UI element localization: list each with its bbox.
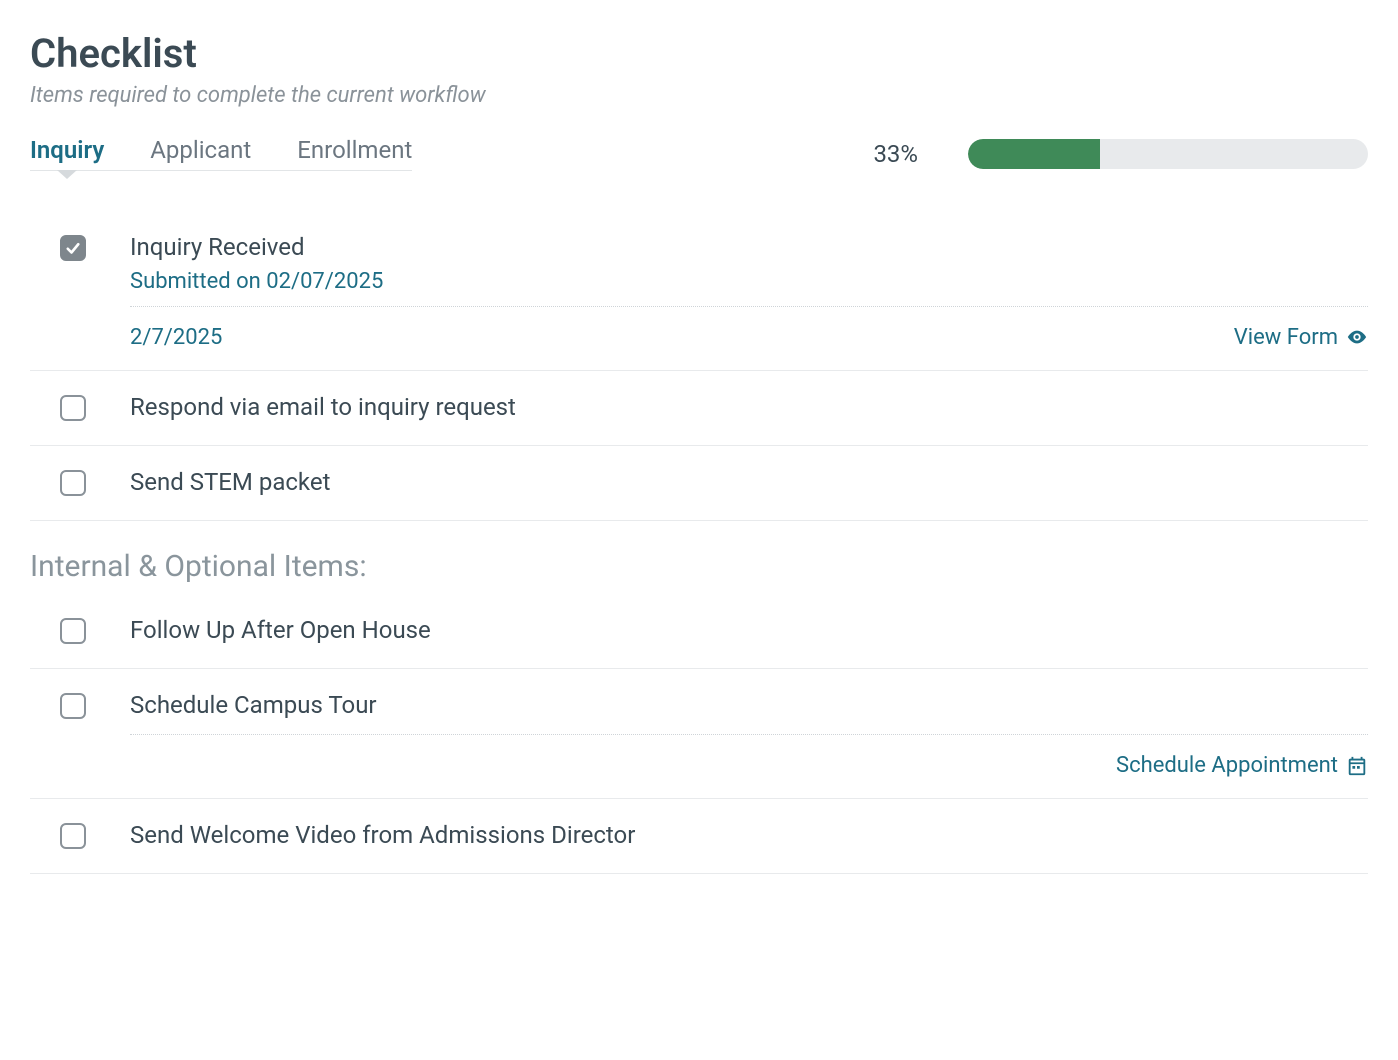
schedule-row: Schedule Appointment	[130, 734, 1368, 778]
item-body: Schedule Campus Tour Schedule Appointmen…	[130, 689, 1368, 779]
tabs-progress-row: Inquiry Applicant Enrollment 33%	[30, 136, 1368, 171]
checklist-item: Schedule Campus Tour Schedule Appointmen…	[30, 669, 1368, 800]
calendar-icon	[1346, 755, 1368, 777]
checkbox-schedule-tour[interactable]	[60, 693, 86, 719]
checkbox-respond-email[interactable]	[60, 395, 86, 421]
checkbox-follow-up[interactable]	[60, 618, 86, 644]
checkbox-col	[30, 231, 130, 261]
item-detail-row: 2/7/2025 View Form	[130, 306, 1368, 350]
item-subtitle: Submitted on 02/07/2025	[130, 269, 1368, 294]
item-title: Schedule Campus Tour	[130, 689, 1368, 723]
item-body: Send STEM packet	[130, 466, 1368, 500]
item-body: Respond via email to inquiry request	[130, 391, 1368, 425]
progress-percent-label: 33%	[873, 140, 918, 168]
item-title: Respond via email to inquiry request	[130, 391, 1368, 425]
item-body: Send Welcome Video from Admissions Direc…	[130, 819, 1368, 853]
page-title: Checklist	[30, 30, 1368, 77]
schedule-label: Schedule Appointment	[1116, 753, 1338, 778]
tab-applicant[interactable]: Applicant	[150, 136, 251, 170]
tabs: Inquiry Applicant Enrollment	[30, 136, 412, 171]
item-title: Send STEM packet	[130, 466, 1368, 500]
checkbox-col	[30, 689, 130, 723]
optional-heading: Internal & Optional Items:	[30, 549, 1368, 584]
schedule-appointment-link[interactable]: Schedule Appointment	[1116, 753, 1368, 778]
progress-fill	[968, 139, 1100, 169]
view-form-link[interactable]: View Form	[1234, 325, 1368, 350]
checklist-item: Follow Up After Open House	[30, 594, 1368, 669]
checkbox-inquiry-received[interactable]	[60, 235, 86, 261]
view-form-label: View Form	[1234, 325, 1338, 350]
checklist-item: Send STEM packet	[30, 446, 1368, 521]
checkbox-col	[30, 614, 130, 648]
checkbox-col	[30, 466, 130, 500]
item-body: Follow Up After Open House	[130, 614, 1368, 648]
page-subtitle: Items required to complete the current w…	[30, 83, 1368, 108]
tab-enrollment[interactable]: Enrollment	[297, 136, 412, 170]
checklist-item: Inquiry Received Submitted on 02/07/2025…	[30, 211, 1368, 371]
eye-icon	[1346, 326, 1368, 348]
item-title: Inquiry Received	[130, 231, 1368, 265]
item-detail-date[interactable]: 2/7/2025	[130, 325, 222, 350]
tab-inquiry[interactable]: Inquiry	[30, 136, 104, 170]
item-body: Inquiry Received Submitted on 02/07/2025…	[130, 231, 1368, 350]
progress-bar	[968, 139, 1368, 169]
checkbox-welcome-video[interactable]	[60, 823, 86, 849]
checkbox-col	[30, 819, 130, 853]
progress-section: 33%	[873, 139, 1368, 169]
checklist-item: Respond via email to inquiry request	[30, 371, 1368, 446]
item-title: Follow Up After Open House	[130, 614, 1368, 648]
item-title: Send Welcome Video from Admissions Direc…	[130, 819, 1368, 853]
check-icon	[64, 239, 82, 257]
checkbox-col	[30, 391, 130, 425]
checklist-item: Send Welcome Video from Admissions Direc…	[30, 799, 1368, 874]
checkbox-send-stem[interactable]	[60, 470, 86, 496]
